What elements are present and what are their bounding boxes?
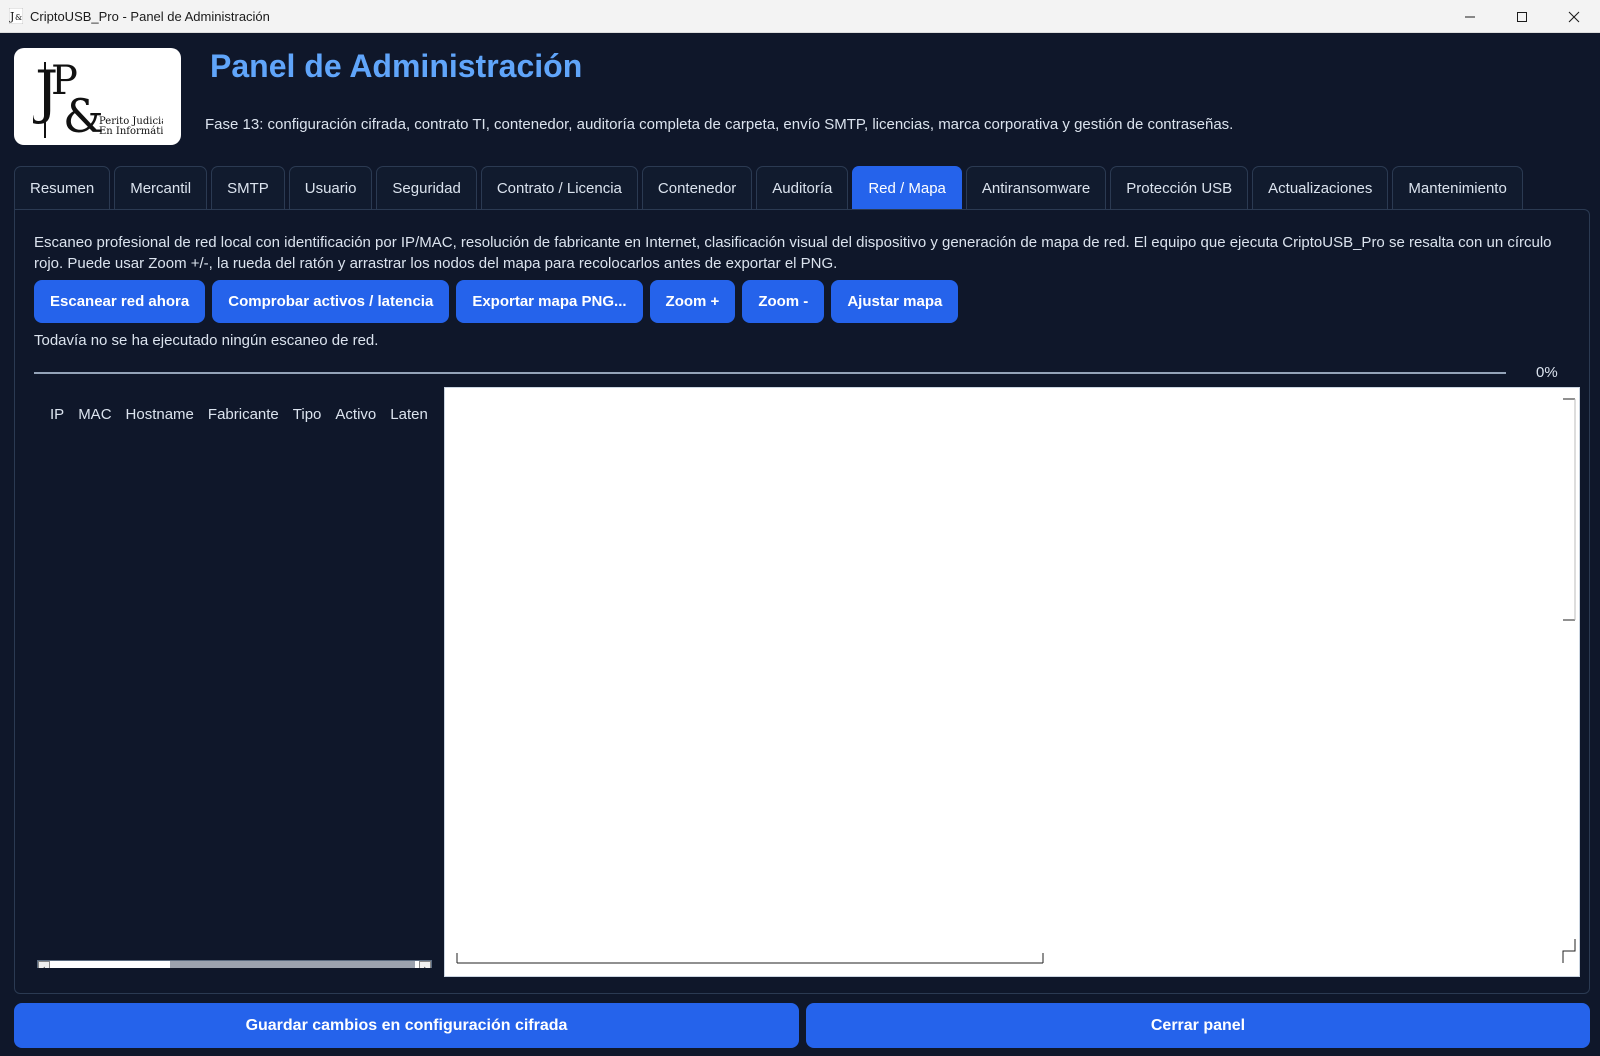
check-active-latency-button[interactable]: Comprobar activos / latencia [212, 280, 450, 323]
tab-mantenimiento[interactable]: Mantenimiento [1392, 166, 1523, 209]
tab-proteccion-usb[interactable]: Protección USB [1110, 166, 1249, 209]
scan-status: Todavía no se ha ejecutado ningún escane… [34, 332, 379, 349]
tab-contrato-licencia[interactable]: Contrato / Licencia [480, 166, 638, 209]
column-header-tipo[interactable]: Tipo [286, 406, 329, 423]
column-header-fabricante[interactable]: Fabricante [201, 406, 286, 423]
page-title: Panel de Administración [210, 48, 583, 84]
maximize-icon [1517, 11, 1527, 22]
zoom-out-button[interactable]: Zoom - [742, 280, 825, 323]
scroll-right-icon[interactable]: › [419, 961, 431, 968]
svg-text:&: & [15, 13, 22, 22]
svg-text:&: & [63, 89, 104, 140]
fit-map-button[interactable]: Ajustar mapa [831, 280, 959, 323]
tab-usuario[interactable]: Usuario [288, 166, 373, 209]
minimize-button[interactable] [1444, 0, 1496, 33]
network-map-canvas[interactable] [444, 387, 1580, 977]
minimize-icon [1465, 16, 1475, 17]
scan-network-button[interactable]: Escanear red ahora [34, 280, 206, 323]
tab-seguridad[interactable]: Seguridad [376, 166, 477, 209]
tab-actualizaciones[interactable]: Actualizaciones [1252, 166, 1389, 209]
devices-table-hscrollbar[interactable]: ‹ › [37, 960, 432, 968]
tab-bar: Resumen Mercantil SMTP Usuario Seguridad… [14, 166, 1523, 209]
network-map-panel: Escaneo profesional de red local con ide… [14, 209, 1590, 994]
scan-progress-label: 0% [1536, 364, 1558, 381]
page-subtitle: Fase 13: configuración cifrada, contrato… [205, 116, 1234, 133]
tab-mercantil[interactable]: Mercantil [114, 166, 208, 209]
network-toolbar: Escanear red ahora Comprobar activos / l… [34, 280, 959, 323]
tab-smtp[interactable]: SMTP [211, 166, 285, 209]
scrollbar-track[interactable] [50, 961, 419, 968]
column-header-ip[interactable]: IP [34, 406, 71, 423]
devices-table[interactable]: IP MAC Hostname Fabricante Tipo Activo L… [34, 388, 437, 968]
window-title: CriptoUSB_Pro - Panel de Administración [30, 8, 270, 24]
close-button[interactable] [1548, 0, 1600, 33]
company-logo: J P & Perito Judicial En Informática [14, 48, 181, 145]
column-header-latencia[interactable]: Laten [383, 406, 435, 423]
column-header-mac[interactable]: MAC [71, 406, 118, 423]
zoom-in-button[interactable]: Zoom + [649, 280, 736, 323]
tab-resumen[interactable]: Resumen [14, 166, 111, 209]
tab-auditoria[interactable]: Auditoría [756, 166, 849, 209]
scan-progress-bar [34, 372, 1506, 374]
tab-antiransomware[interactable]: Antiransomware [965, 166, 1107, 209]
logo-icon: J P & Perito Judicial En Informática [33, 58, 163, 140]
column-header-activo[interactable]: Activo [328, 406, 383, 423]
scrollbar-thumb[interactable] [170, 961, 415, 968]
network-description: Escaneo profesional de red local con ide… [34, 234, 1552, 272]
svg-text:J: J [9, 10, 14, 23]
svg-text:En Informática: En Informática [99, 126, 163, 137]
tab-contenedor[interactable]: Contenedor [641, 166, 753, 209]
app-icon: J & [8, 8, 24, 24]
scroll-left-icon[interactable]: ‹ [38, 961, 50, 968]
tab-red-mapa[interactable]: Red / Mapa [852, 166, 962, 209]
export-map-png-button[interactable]: Exportar mapa PNG... [456, 280, 643, 323]
window-titlebar: J & CriptoUSB_Pro - Panel de Administrac… [0, 0, 1600, 33]
devices-table-header: IP MAC Hostname Fabricante Tipo Activo L… [34, 406, 435, 423]
column-header-hostname[interactable]: Hostname [119, 406, 201, 423]
canvas-scrollbar-marks [456, 398, 1576, 964]
maximize-button[interactable] [1496, 0, 1548, 33]
close-icon [1568, 11, 1580, 22]
close-panel-button[interactable]: Cerrar panel [806, 1003, 1590, 1048]
save-encrypted-config-button[interactable]: Guardar cambios en configuración cifrada [14, 1003, 799, 1048]
